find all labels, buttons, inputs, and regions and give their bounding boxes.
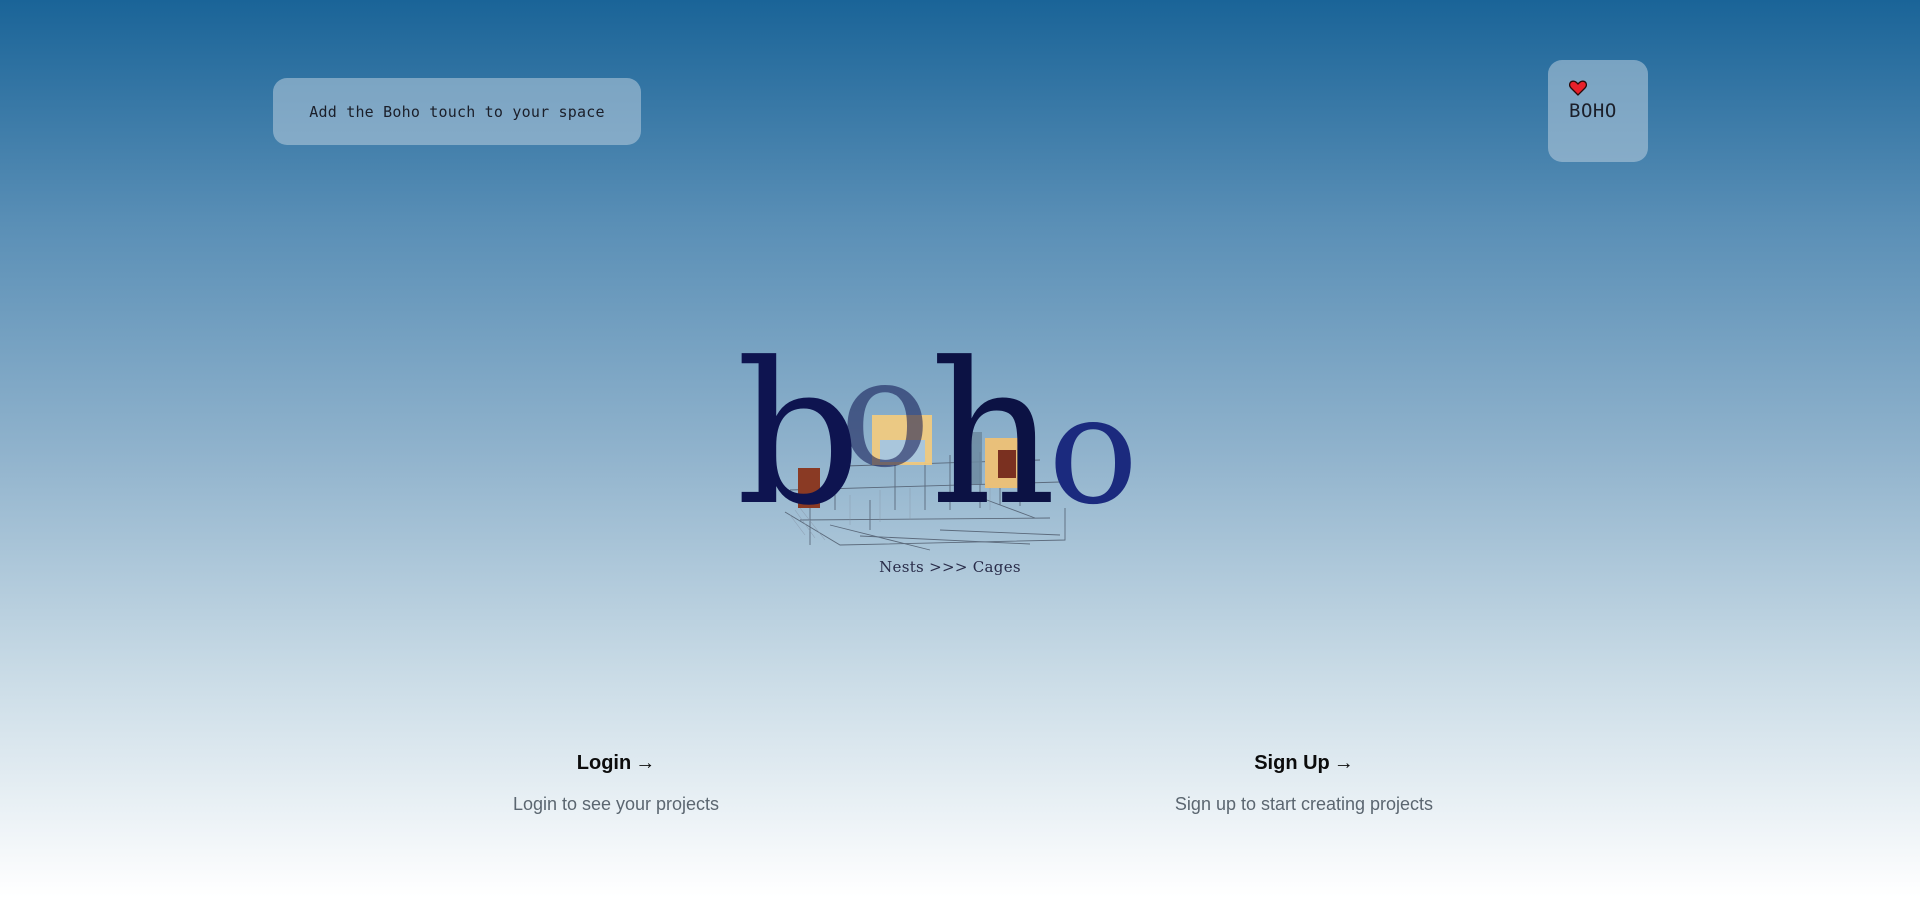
signup-description: Sign up to start creating projects <box>1174 794 1434 814</box>
tagline-pill: Add the Boho touch to your space <box>273 78 641 145</box>
boho-logo: b o h o Nests >>> Cages <box>730 340 1170 590</box>
arrow-right-icon: → <box>635 752 656 774</box>
logo-subtitle: Nests >>> Cages <box>879 558 1021 576</box>
svg-text:o: o <box>1048 364 1138 538</box>
svg-text:h: h <box>930 340 1056 549</box>
login-description: Login to see your projects <box>512 794 720 814</box>
signup-link[interactable]: Sign Up → <box>1254 752 1354 775</box>
signup-label: Sign Up <box>1254 752 1330 774</box>
login-label: Login <box>576 752 632 774</box>
tagline-text: Add the Boho touch to your space <box>309 102 605 121</box>
brand-badge-label: BOHO <box>1569 100 1617 122</box>
heart-icon <box>1568 80 1588 96</box>
login-section: Login → Login to see your projects <box>436 752 796 815</box>
login-link[interactable]: Login → <box>577 752 655 775</box>
brand-badge[interactable]: BOHO <box>1548 60 1648 162</box>
boho-logo-artwork: b o h o <box>736 340 1138 551</box>
signup-section: Sign Up → Sign up to start creating proje… <box>1124 752 1484 815</box>
arrow-right-icon: → <box>1333 752 1354 774</box>
svg-text:o: o <box>840 340 930 501</box>
svg-text:b: b <box>736 340 852 549</box>
